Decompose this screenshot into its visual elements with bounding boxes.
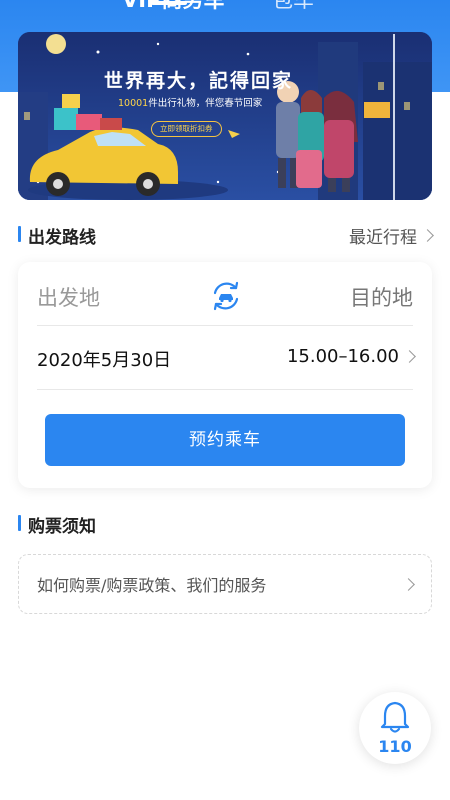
bell-icon	[380, 701, 410, 733]
chevron-right-icon	[403, 350, 416, 363]
banner-subtitle-count: 10001	[118, 98, 149, 109]
banner-coupon-button[interactable]: 立即领取折扣券	[151, 121, 222, 137]
ticket-notice-text: 如何购票/购票政策、我们的服务	[37, 576, 267, 595]
banner-title: 世界再大，記得回家	[104, 70, 294, 92]
tab-charter[interactable]: 包车	[272, 0, 314, 14]
banner-subtitle-text: 件出行礼物，伴您春节回家	[148, 98, 263, 109]
top-tabs: VIP商务车 包车	[0, 0, 450, 24]
divider	[37, 389, 413, 390]
emergency-number: 110	[378, 737, 412, 756]
recent-trips-link[interactable]: 最近行程	[349, 223, 434, 248]
trip-time-selector[interactable]: 15.00–16.00	[286, 346, 416, 367]
swap-car-icon[interactable]	[209, 279, 243, 313]
divider	[37, 325, 413, 326]
trip-time-range: 15.00–16.00	[286, 346, 399, 367]
route-card: 出发地 目的地 2020年5月30日 15.00–16.00 预约乘车	[18, 262, 432, 488]
banner-illustration	[18, 32, 432, 200]
departure-field[interactable]: 出发地	[37, 282, 100, 312]
recent-trips-label: 最近行程	[349, 228, 417, 248]
book-ride-button[interactable]: 预约乘车	[45, 414, 405, 466]
chevron-right-icon	[402, 577, 415, 591]
ticket-notice-row[interactable]: 如何购票/购票政策、我们的服务	[18, 554, 432, 614]
emergency-110-button[interactable]: 110	[359, 692, 431, 764]
chevron-right-icon	[421, 229, 434, 242]
promo-banner[interactable]: 世界再大，記得回家 10001件出行礼物，伴您春节回家 立即领取折扣券	[18, 32, 432, 200]
route-section-title: 出发路线	[18, 223, 96, 248]
tab-indicator	[151, 1, 187, 5]
banner-subtitle: 10001件出行礼物，伴您春节回家	[118, 95, 262, 109]
ticket-section-title: 购票须知	[18, 512, 96, 537]
trip-date[interactable]: 2020年5月30日	[37, 346, 171, 372]
destination-field[interactable]: 目的地	[350, 282, 413, 312]
